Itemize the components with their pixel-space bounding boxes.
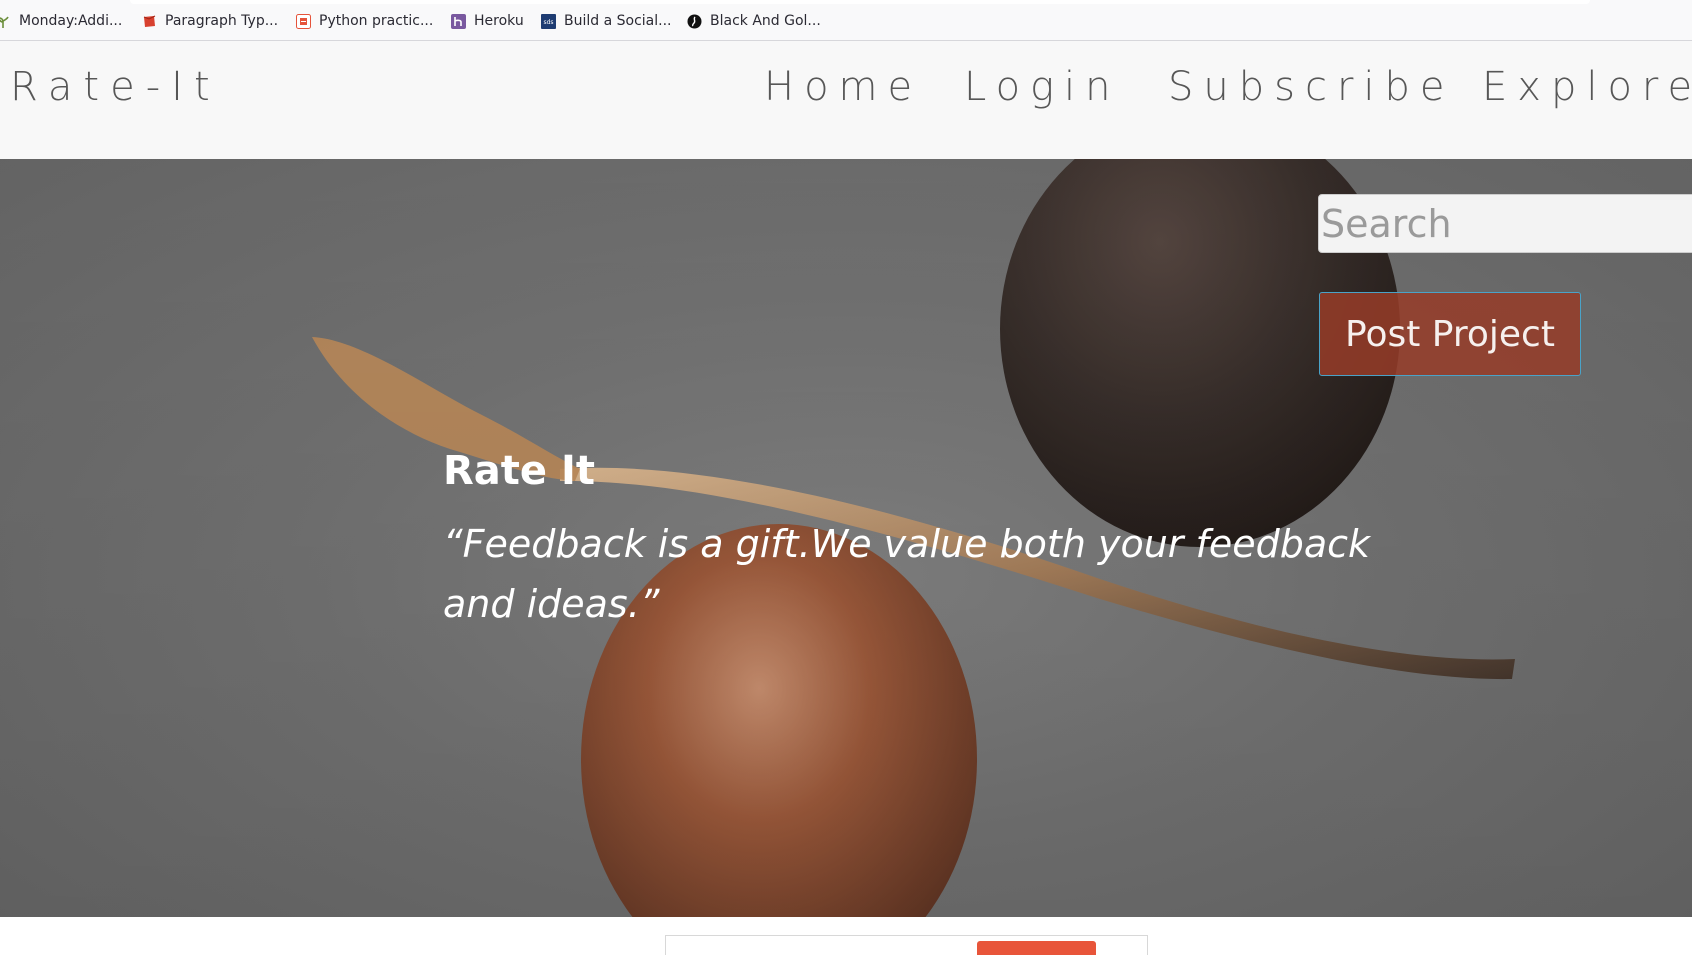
post-project-button[interactable]: Post Project <box>1319 292 1581 376</box>
bookmark-label: Black And Gol... <box>710 13 821 29</box>
svg-text:sds: sds <box>543 19 553 26</box>
red-box-icon <box>142 14 157 29</box>
heroku-icon <box>451 13 466 29</box>
bookmark-monday[interactable]: Monday:Addi... <box>0 10 122 32</box>
hero-quote: “Feedback is a gift.We value both your f… <box>443 522 1371 626</box>
bookmark-python[interactable]: Python practic... <box>296 10 433 32</box>
bookmark-social[interactable]: sds Build a Social... <box>541 10 671 32</box>
brand-logo[interactable]: Rate-It <box>10 64 221 110</box>
card-button[interactable] <box>977 941 1096 955</box>
bookmark-label: Monday:Addi... <box>19 13 123 29</box>
circle-logo-icon <box>687 14 702 29</box>
plant-icon <box>0 14 11 29</box>
search-input[interactable] <box>1318 194 1692 253</box>
python-logo-icon <box>296 13 311 29</box>
hero-title: Rate It <box>443 448 595 494</box>
nav-subscribe[interactable]: Subscribe <box>1168 64 1455 110</box>
bookmark-label: Paragraph Typ... <box>165 13 279 29</box>
bookmark-heroku[interactable]: Heroku <box>451 10 524 32</box>
bookmark-label: Heroku <box>474 13 524 29</box>
bookmarks-bar: Monday:Addi... Paragraph Typ... Python p… <box>0 0 1692 41</box>
nav-login[interactable]: Login <box>964 64 1121 110</box>
bookmark-paragraph[interactable]: Paragraph Typ... <box>142 10 278 32</box>
bookmark-black-gold[interactable]: Black And Gol... <box>687 10 821 32</box>
nav-explore[interactable]: Explore <box>1482 64 1692 110</box>
dev-icon: sds <box>541 13 556 29</box>
bookmark-label: Build a Social... <box>564 13 672 29</box>
nav-home[interactable]: Home <box>764 64 922 110</box>
urlbar-edge <box>130 0 1590 4</box>
bookmark-label: Python practic... <box>319 13 434 29</box>
